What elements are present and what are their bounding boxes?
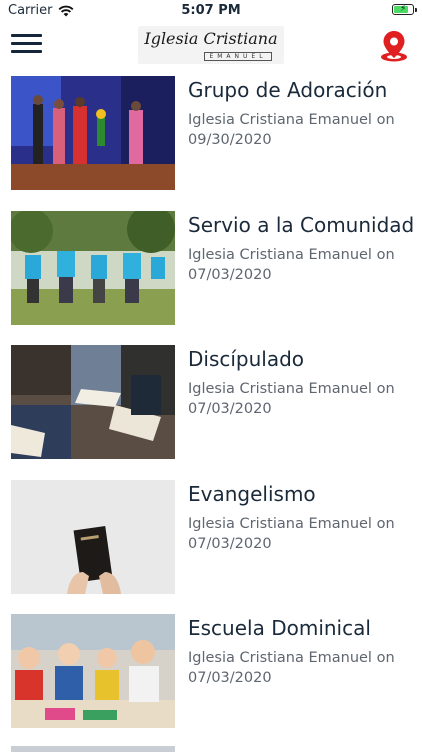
post-meta: Iglesia Cristiana Emanuel on 07/03/2020 bbox=[188, 650, 395, 686]
app-header: Iglesia Cristiana EMANUEL bbox=[0, 22, 422, 68]
list-item[interactable]: Escuela Dominical Iglesia Cristiana Eman… bbox=[0, 614, 422, 749]
post-title[interactable]: Grupo de Adoración bbox=[188, 78, 387, 102]
post-meta: Iglesia Cristiana Emanuel on 07/03/2020 bbox=[188, 381, 395, 417]
battery-icon: ⚡ bbox=[392, 4, 417, 15]
worship-group-photo bbox=[11, 76, 175, 190]
post-meta: Iglesia Cristiana Emanuel on 07/03/2020 bbox=[188, 246, 395, 283]
list-item[interactable]: Discípulado Iglesia Cristiana Emanuel on… bbox=[0, 345, 422, 480]
post-title[interactable]: Servio a la Comunidad bbox=[188, 213, 414, 237]
logo-subtitle: EMANUEL bbox=[204, 52, 272, 61]
bible-study-photo bbox=[11, 345, 175, 459]
charging-bolt-icon: ⚡ bbox=[400, 4, 407, 14]
next-item-thumbnail-partial bbox=[11, 746, 175, 752]
sunday-school-photo bbox=[11, 614, 175, 728]
post-list: Grupo de Adoración Iglesia Cristiana Ema… bbox=[0, 76, 422, 749]
evangelism-bible-photo bbox=[11, 479, 175, 594]
post-title[interactable]: Escuela Dominical bbox=[188, 616, 371, 640]
status-bar: Carrier 5:07 PM ⚡ bbox=[0, 0, 422, 22]
list-item[interactable]: Grupo de Adoración Iglesia Cristiana Ema… bbox=[0, 76, 422, 211]
list-item[interactable]: Servio a la Comunidad Iglesia Cristiana … bbox=[0, 210, 422, 346]
post-title[interactable]: Discípulado bbox=[188, 347, 304, 371]
post-meta: Iglesia Cristiana Emanuel on 09/30/2020 bbox=[188, 112, 395, 148]
hamburger-menu-icon[interactable] bbox=[11, 34, 42, 54]
list-item[interactable]: Evangelismo Iglesia Cristiana Emanuel on… bbox=[0, 479, 422, 615]
status-time: 5:07 PM bbox=[181, 3, 241, 18]
map-pin-icon[interactable] bbox=[379, 30, 409, 62]
post-title[interactable]: Evangelismo bbox=[188, 482, 316, 506]
community-service-photo bbox=[11, 210, 175, 325]
post-meta: Iglesia Cristiana Emanuel on 07/03/2020 bbox=[188, 515, 395, 552]
logo-name: Iglesia Cristiana bbox=[144, 29, 278, 48]
church-logo: Iglesia Cristiana EMANUEL bbox=[138, 26, 284, 64]
